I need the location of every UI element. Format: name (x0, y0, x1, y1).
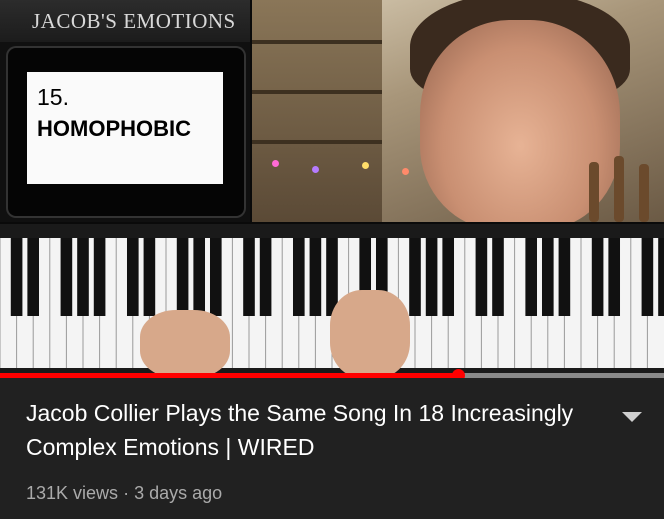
hands (140, 290, 420, 378)
emotion-number: 15. (37, 84, 69, 110)
view-count: 131K views (26, 483, 119, 503)
meta-separator: · (123, 483, 130, 503)
video-meta: 131K views · 3 days ago (26, 483, 222, 504)
tablet: 15. HOMOPHOBIC (8, 48, 244, 216)
progress-fill (0, 373, 459, 378)
overlay-title: JACOB'S EMOTIONS (0, 0, 250, 42)
chevron-down-icon[interactable] (620, 410, 644, 424)
tablet-screen: 15. HOMOPHOBIC (27, 72, 223, 184)
progress-bar[interactable] (0, 369, 664, 378)
guitars (584, 150, 654, 222)
camera-view (252, 0, 664, 222)
video-player[interactable]: JACOB'S EMOTIONS 15. HOMOPHOBIC (0, 0, 664, 378)
video-title[interactable]: Jacob Collier Plays the Same Song In 18 … (26, 396, 586, 464)
emotion-panel: JACOB'S EMOTIONS 15. HOMOPHOBIC (0, 0, 250, 222)
scrubber-handle[interactable] (452, 369, 466, 378)
emotion-name: HOMOPHOBIC (37, 116, 191, 141)
upload-age: 3 days ago (134, 483, 223, 503)
shelf (252, 0, 382, 222)
